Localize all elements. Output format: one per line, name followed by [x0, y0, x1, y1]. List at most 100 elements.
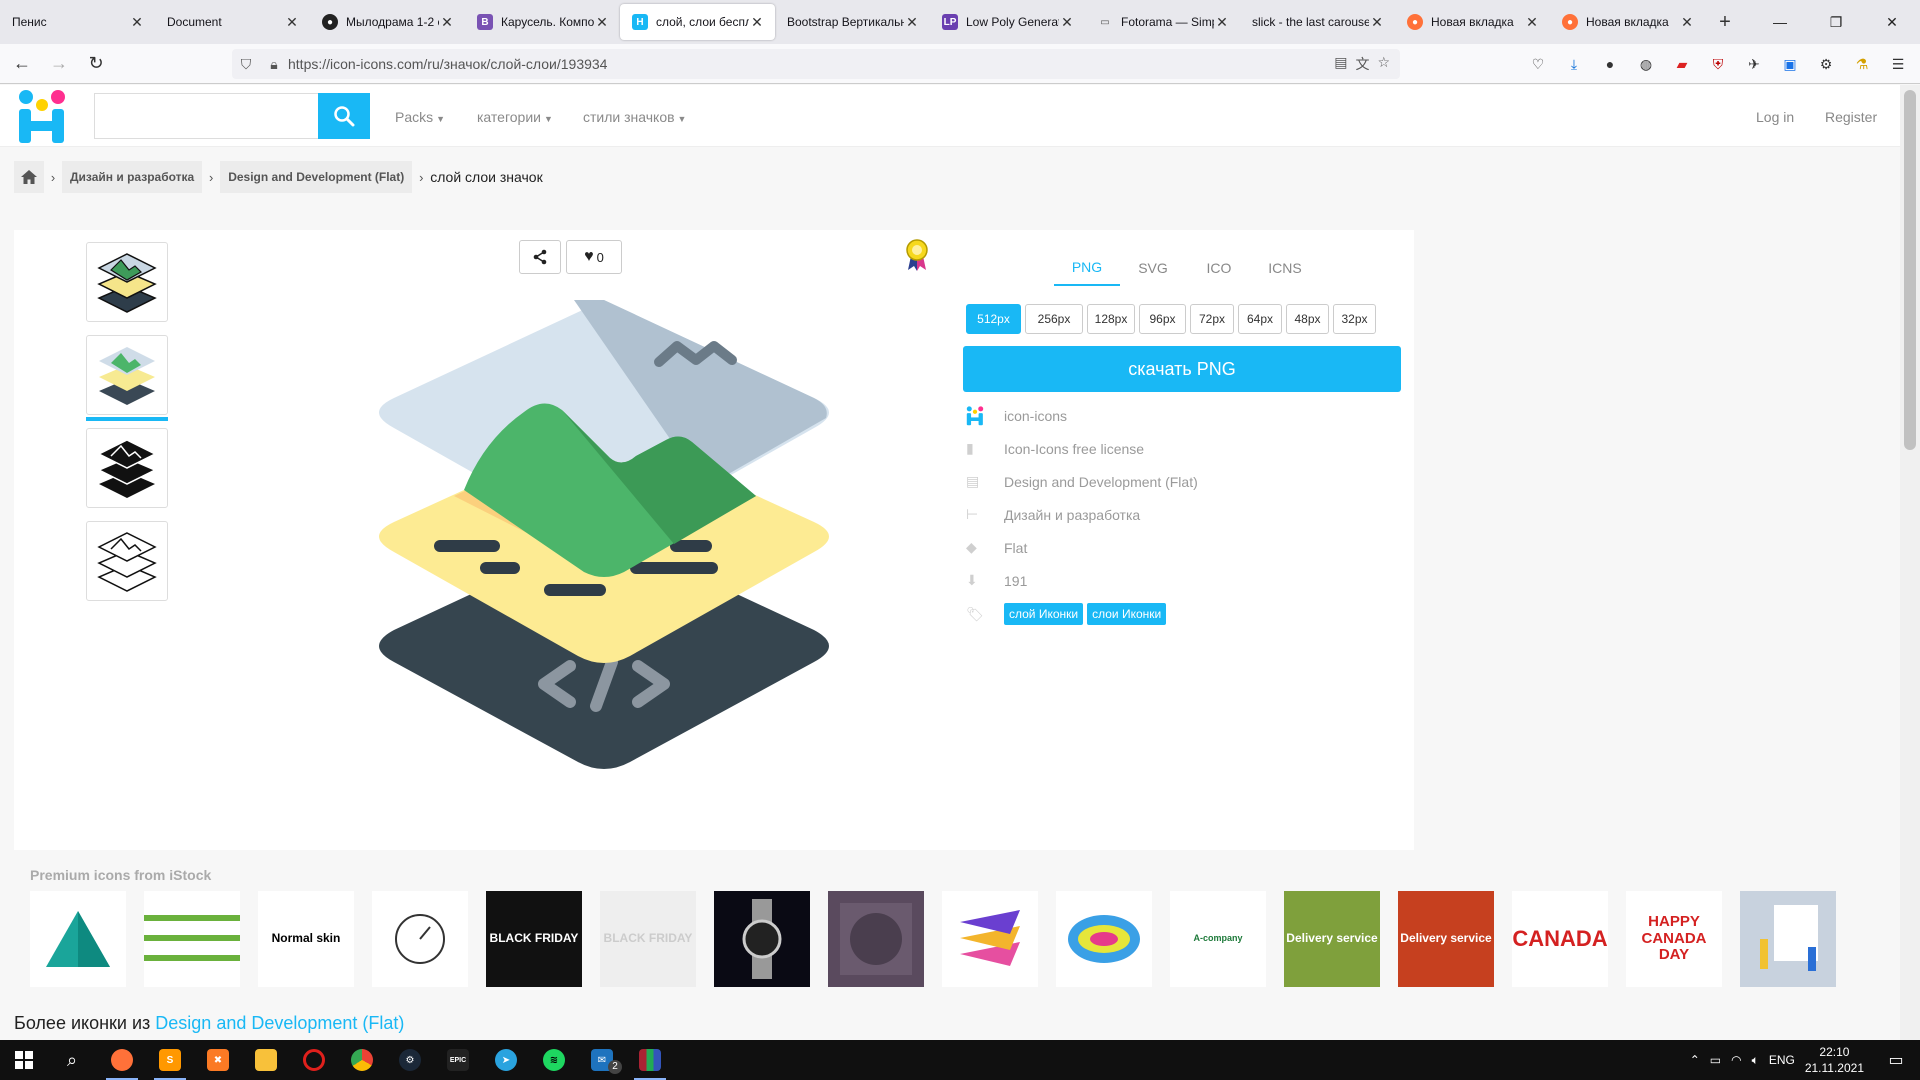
login-link[interactable]: Log in [1756, 109, 1794, 125]
shield-icon[interactable]: ⛉ [232, 56, 260, 73]
close-tab-icon[interactable]: ✕ [129, 14, 145, 31]
globe-icon[interactable]: ◍ [1634, 52, 1658, 76]
browser-tab[interactable]: LP Low Poly Generato ✕ [930, 0, 1085, 44]
download-button[interactable]: скачать PNG [963, 346, 1401, 392]
author-link[interactable]: icon-icons [1004, 408, 1067, 424]
size-button-128px[interactable]: 128px [1087, 304, 1135, 334]
page-scrollbar[interactable] [1900, 85, 1920, 1040]
menu-icon[interactable]: ☰ [1886, 52, 1910, 76]
epic-taskbar-button[interactable]: EPIC [434, 1040, 482, 1080]
back-icon[interactable]: ← [7, 49, 37, 79]
volume-icon[interactable]: 🔈︎ [1752, 1053, 1759, 1068]
chevron-up-icon[interactable]: ⌃ [1690, 1053, 1700, 1067]
pdf-extension-icon[interactable]: ▰ [1670, 52, 1694, 76]
breadcrumb-category[interactable]: Дизайн и разработка [62, 161, 203, 193]
start-button[interactable] [0, 1040, 48, 1080]
lock-icon[interactable]: 🔒︎ [260, 56, 288, 73]
site-logo[interactable] [18, 89, 66, 145]
close-window-icon[interactable]: ✕ [1864, 0, 1920, 44]
url-text[interactable]: https://icon-icons.com/ru/значок/слой-сл… [288, 56, 1334, 72]
home-icon[interactable] [14, 161, 44, 193]
flask-extension-icon[interactable]: ⚗ [1850, 52, 1874, 76]
sublime-taskbar-button[interactable]: S [146, 1040, 194, 1080]
format-tab-svg[interactable]: SVG [1120, 250, 1186, 286]
battery-icon[interactable]: ▭ [1710, 1053, 1721, 1067]
premium-icon-6[interactable]: BLACK FRIDAY [600, 891, 696, 987]
like-button[interactable]: ♥ 0 [566, 240, 622, 274]
styles-menu[interactable]: стили значков ▼ [583, 109, 686, 125]
variant-thumb-glyph[interactable] [86, 428, 168, 508]
reload-icon[interactable]: ↻ [81, 49, 111, 79]
premium-icon-9[interactable] [942, 891, 1038, 987]
bookmark-star-icon[interactable]: ☆ [1377, 54, 1390, 74]
premium-icon-13[interactable]: Delivery service [1398, 891, 1494, 987]
clock[interactable]: 22:10 21.11.2021 [1805, 1044, 1864, 1076]
winrar-taskbar-button[interactable] [626, 1040, 674, 1080]
size-button-256px[interactable]: 256px [1025, 304, 1083, 334]
opera-taskbar-button[interactable] [290, 1040, 338, 1080]
close-tab-icon[interactable]: ✕ [1524, 14, 1540, 31]
premium-icon-10[interactable] [1056, 891, 1152, 987]
tag-layers[interactable]: слои Иконки [1087, 603, 1167, 625]
mail-taskbar-button[interactable]: ✉ 2 [578, 1040, 626, 1080]
gear-extension-icon[interactable]: ⚙ [1814, 52, 1838, 76]
breadcrumb-pack[interactable]: Design and Development (Flat) [220, 161, 413, 193]
firefox-taskbar-button[interactable] [98, 1040, 146, 1080]
scrollbar-thumb[interactable] [1904, 90, 1916, 450]
size-button-72px[interactable]: 72px [1190, 304, 1234, 334]
premium-icon-4[interactable] [372, 891, 468, 987]
premium-icon-14[interactable]: CANADA [1512, 891, 1608, 987]
premium-icon-8[interactable] [828, 891, 924, 987]
reader-view-icon[interactable]: ▤ [1334, 54, 1347, 74]
spotify-taskbar-button[interactable]: ≋ [530, 1040, 578, 1080]
share-button[interactable] [519, 240, 561, 274]
browser-tab[interactable]: ● Новая вкладка ✕ [1395, 0, 1550, 44]
browser-tab[interactable]: ● Мылодрама 1-2 с ✕ [310, 0, 465, 44]
telegram-taskbar-button[interactable]: ➤ [482, 1040, 530, 1080]
pocket-icon[interactable]: ♡ [1526, 52, 1550, 76]
address-bar[interactable]: ⛉ 🔒︎ https://icon-icons.com/ru/значок/сл… [232, 49, 1400, 79]
minimize-icon[interactable]: — [1752, 0, 1808, 44]
close-tab-icon[interactable]: ✕ [749, 14, 765, 31]
search-taskbar-button[interactable]: ⌕ [48, 1040, 96, 1080]
chrome-taskbar-button[interactable] [338, 1040, 386, 1080]
variant-thumb-outline[interactable] [86, 521, 168, 601]
restore-icon[interactable]: ❐ [1808, 0, 1864, 44]
size-button-512px[interactable]: 512px [966, 304, 1021, 334]
license-link[interactable]: Icon-Icons free license [1004, 441, 1144, 457]
format-tab-ico[interactable]: ICO [1186, 250, 1252, 286]
explorer-taskbar-button[interactable] [242, 1040, 290, 1080]
search-input[interactable] [94, 93, 319, 139]
close-tab-icon[interactable]: ✕ [594, 14, 610, 31]
premium-icon-7[interactable] [714, 891, 810, 987]
new-tab-icon[interactable]: + [1705, 0, 1745, 44]
browser-tab[interactable]: ▭ Fotorama — Simpl ✕ [1085, 0, 1240, 44]
premium-icon-2[interactable] [144, 891, 240, 987]
close-tab-icon[interactable]: ✕ [284, 14, 300, 31]
browser-tab[interactable]: B Карусель. Компон ✕ [465, 0, 620, 44]
size-button-48px[interactable]: 48px [1286, 304, 1329, 334]
close-tab-icon[interactable]: ✕ [1369, 14, 1385, 31]
more-icons-pack-link[interactable]: Design and Development (Flat) [155, 1013, 404, 1033]
premium-icon-12[interactable]: Delivery service [1284, 891, 1380, 987]
steam-taskbar-button[interactable]: ⚙ [386, 1040, 434, 1080]
premium-icon-3[interactable]: Normal skin [258, 891, 354, 987]
format-tab-icns[interactable]: ICNS [1252, 250, 1318, 286]
size-button-96px[interactable]: 96px [1139, 304, 1186, 334]
register-link[interactable]: Register [1825, 109, 1877, 125]
translate-icon[interactable]: 文 [1355, 54, 1369, 74]
xampp-taskbar-button[interactable]: ✖ [194, 1040, 242, 1080]
pack-link[interactable]: Design and Development (Flat) [1004, 474, 1198, 490]
category-link[interactable]: Дизайн и разработка [1004, 507, 1140, 523]
close-tab-icon[interactable]: ✕ [439, 14, 455, 31]
format-tab-png[interactable]: PNG [1054, 250, 1120, 286]
variant-thumb-color[interactable] [86, 242, 168, 322]
categories-menu[interactable]: категории ▼ [477, 109, 553, 125]
plane-extension-icon[interactable]: ✈ [1742, 52, 1766, 76]
close-tab-icon[interactable]: ✕ [1214, 14, 1230, 31]
packs-menu[interactable]: Packs ▼ [395, 109, 445, 125]
translator-extension-icon[interactable]: ▣ [1778, 52, 1802, 76]
close-tab-icon[interactable]: ✕ [1059, 14, 1075, 31]
notification-center-icon[interactable]: ▭ [1872, 1040, 1920, 1080]
account-icon[interactable]: ● [1598, 52, 1622, 76]
